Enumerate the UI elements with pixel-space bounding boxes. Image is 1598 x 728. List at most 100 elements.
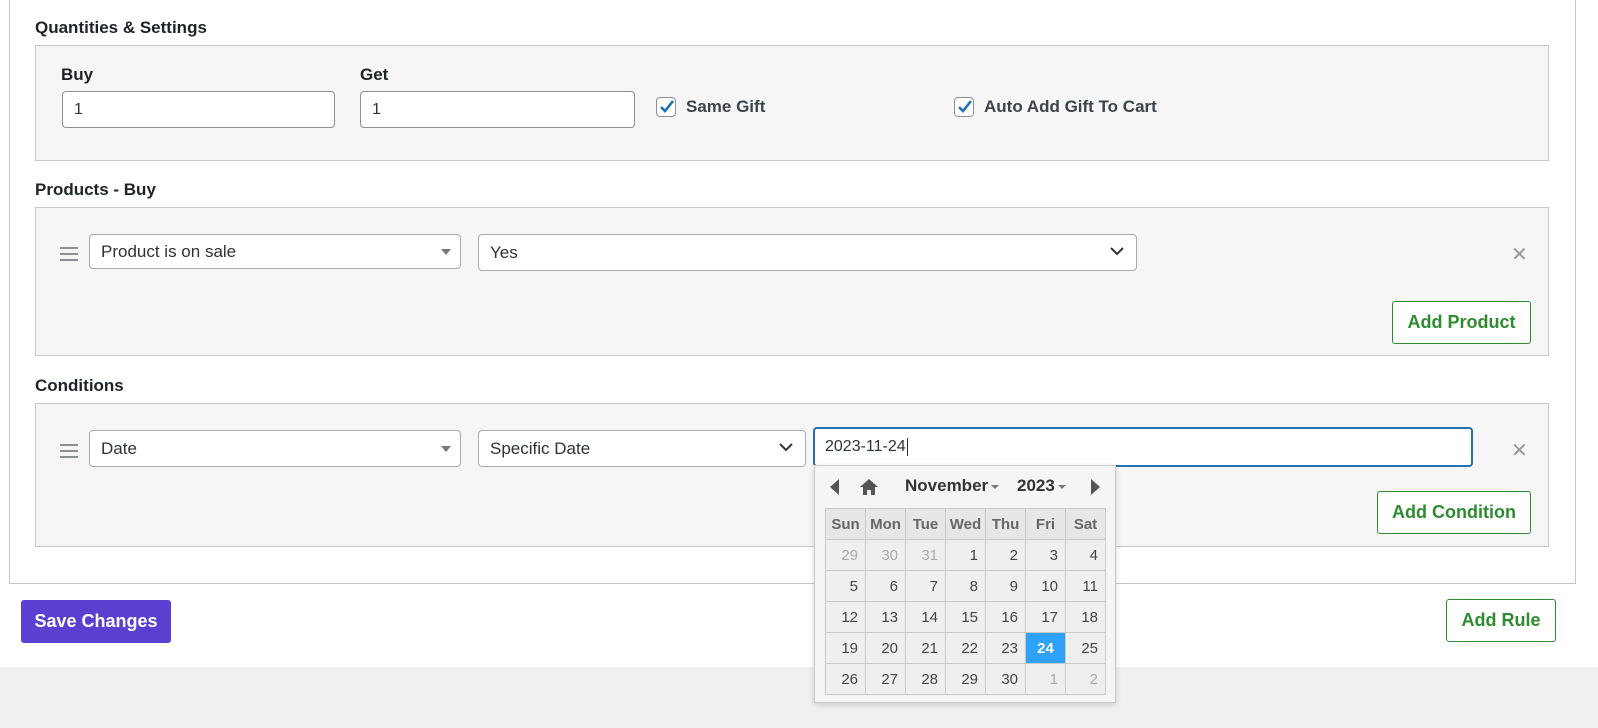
calendar-day[interactable]: 7 bbox=[905, 570, 946, 602]
calendar-day[interactable]: 27 bbox=[865, 663, 906, 695]
calendar-day-selected[interactable]: 24 bbox=[1025, 632, 1066, 664]
calendar-day[interactable]: 8 bbox=[945, 570, 986, 602]
calendar-day[interactable]: 12 bbox=[825, 601, 866, 633]
calendar-day[interactable]: 9 bbox=[985, 570, 1026, 602]
page-background-footer bbox=[0, 667, 1598, 728]
calendar-day[interactable]: 26 bbox=[825, 663, 866, 695]
year-label: 2023 bbox=[1017, 476, 1055, 495]
datepicker-header: November 2023 bbox=[815, 466, 1115, 508]
weekday-header: Sat bbox=[1065, 508, 1106, 540]
calendar-day[interactable]: 20 bbox=[865, 632, 906, 664]
chevron-down-icon bbox=[1110, 247, 1124, 256]
remove-condition-icon[interactable]: ✕ bbox=[1511, 438, 1528, 463]
calendar-day[interactable]: 18 bbox=[1065, 601, 1106, 633]
calendar-day[interactable]: 3 bbox=[1025, 539, 1066, 571]
calendar-day[interactable]: 15 bbox=[945, 601, 986, 633]
calendar-day[interactable]: 30 bbox=[865, 539, 906, 571]
condition-date-value: 2023-11-24 bbox=[825, 438, 906, 455]
calendar-day[interactable]: 22 bbox=[945, 632, 986, 664]
calendar-day[interactable]: 31 bbox=[905, 539, 946, 571]
auto-add-gift-checkbox[interactable] bbox=[954, 97, 974, 117]
calendar-day[interactable]: 30 bbox=[985, 663, 1026, 695]
calendar-day[interactable]: 1 bbox=[945, 539, 986, 571]
calendar-day[interactable]: 13 bbox=[865, 601, 906, 633]
quantities-section-title: Quantities & Settings bbox=[35, 18, 207, 37]
weekday-header: Fri bbox=[1025, 508, 1066, 540]
datepicker-popup: November 2023 Sun Mon Tue Wed Thu Fri Sa… bbox=[814, 465, 1116, 703]
calendar-day[interactable]: 6 bbox=[865, 570, 906, 602]
calendar-day[interactable]: 29 bbox=[825, 539, 866, 571]
auto-add-gift-label: Auto Add Gift To Cart bbox=[984, 97, 1157, 116]
caret-down-icon bbox=[991, 484, 1000, 489]
condition-type-select[interactable]: Date bbox=[89, 430, 461, 467]
condition-type-value: Date bbox=[101, 439, 137, 458]
weekday-header: Mon bbox=[865, 508, 906, 540]
drag-handle-icon[interactable] bbox=[60, 444, 78, 462]
calendar-day[interactable]: 11 bbox=[1065, 570, 1106, 602]
calendar-day[interactable]: 28 bbox=[905, 663, 946, 695]
next-month-icon[interactable] bbox=[1091, 479, 1100, 495]
get-input[interactable]: 1 bbox=[360, 91, 635, 128]
calendar-day[interactable]: 23 bbox=[985, 632, 1026, 664]
calendar-day[interactable]: 5 bbox=[825, 570, 866, 602]
year-dropdown[interactable]: 2023 bbox=[1017, 476, 1066, 496]
buy-input[interactable]: 1 bbox=[62, 91, 335, 128]
calendar-week-row: 19 20 21 22 23 24 25 bbox=[825, 632, 1106, 664]
month-dropdown[interactable]: November bbox=[905, 476, 1000, 496]
condition-operator-value: Specific Date bbox=[490, 439, 591, 458]
get-label: Get bbox=[360, 65, 389, 84]
condition-date-input[interactable]: 2023-11-24 bbox=[813, 427, 1473, 467]
checkmark-icon bbox=[958, 100, 973, 113]
quantities-box: Buy 1 Get 1 Same Gift Auto Add Gift To C… bbox=[35, 45, 1549, 161]
weekday-header-row: Sun Mon Tue Wed Thu Fri Sat bbox=[825, 508, 1106, 540]
checkmark-icon bbox=[660, 100, 675, 113]
product-rule-value: Yes bbox=[490, 243, 518, 262]
remove-product-icon[interactable]: ✕ bbox=[1511, 242, 1528, 267]
weekday-header: Thu bbox=[985, 508, 1026, 540]
product-rule-type-select[interactable]: Product is on sale bbox=[89, 234, 461, 269]
caret-down-icon bbox=[441, 249, 451, 255]
product-rule-type-value: Product is on sale bbox=[101, 242, 237, 261]
products-box: Product is on sale Yes ✕ Add Product bbox=[35, 207, 1549, 356]
weekday-header: Wed bbox=[945, 508, 986, 540]
calendar-week-row: 5 6 7 8 9 10 11 bbox=[825, 570, 1106, 602]
weekday-header: Tue bbox=[905, 508, 946, 540]
buy-label: Buy bbox=[61, 65, 94, 84]
add-condition-button[interactable]: Add Condition bbox=[1377, 491, 1531, 534]
same-gift-checkbox[interactable] bbox=[656, 97, 676, 117]
calendar-grid: Sun Mon Tue Wed Thu Fri Sat 29 30 31 1 2… bbox=[825, 508, 1106, 695]
products-section-title: Products - Buy bbox=[35, 180, 156, 199]
calendar-day[interactable]: 29 bbox=[945, 663, 986, 695]
conditions-section-title: Conditions bbox=[35, 376, 124, 395]
calendar-week-row: 26 27 28 29 30 1 2 bbox=[825, 663, 1106, 695]
conditions-box: Date Specific Date ✕ Add Condition bbox=[35, 403, 1549, 547]
text-cursor bbox=[906, 437, 908, 456]
calendar-day[interactable]: 17 bbox=[1025, 601, 1066, 633]
chevron-down-icon bbox=[779, 443, 793, 452]
product-rule-value-select[interactable]: Yes bbox=[478, 234, 1137, 271]
save-changes-button[interactable]: Save Changes bbox=[21, 600, 171, 643]
calendar-day[interactable]: 25 bbox=[1065, 632, 1106, 664]
caret-down-icon bbox=[1057, 484, 1066, 489]
calendar-day[interactable]: 2 bbox=[985, 539, 1026, 571]
home-icon[interactable] bbox=[859, 478, 879, 496]
calendar-day[interactable]: 1 bbox=[1025, 663, 1066, 695]
calendar-day[interactable]: 14 bbox=[905, 601, 946, 633]
calendar-day[interactable]: 16 bbox=[985, 601, 1026, 633]
calendar-day[interactable]: 19 bbox=[825, 632, 866, 664]
same-gift-label: Same Gift bbox=[686, 97, 766, 116]
calendar-day[interactable]: 21 bbox=[905, 632, 946, 664]
weekday-header: Sun bbox=[825, 508, 866, 540]
calendar-week-row: 12 13 14 15 16 17 18 bbox=[825, 601, 1106, 633]
add-rule-button[interactable]: Add Rule bbox=[1446, 599, 1556, 642]
condition-operator-select[interactable]: Specific Date bbox=[478, 430, 806, 467]
drag-handle-icon[interactable] bbox=[60, 247, 78, 265]
caret-down-icon bbox=[441, 446, 451, 452]
prev-month-icon[interactable] bbox=[830, 479, 839, 495]
month-label: November bbox=[905, 476, 989, 495]
calendar-day[interactable]: 10 bbox=[1025, 570, 1066, 602]
calendar-day[interactable]: 4 bbox=[1065, 539, 1106, 571]
calendar-week-row: 29 30 31 1 2 3 4 bbox=[825, 539, 1106, 571]
calendar-day[interactable]: 2 bbox=[1065, 663, 1106, 695]
add-product-button[interactable]: Add Product bbox=[1392, 301, 1531, 344]
